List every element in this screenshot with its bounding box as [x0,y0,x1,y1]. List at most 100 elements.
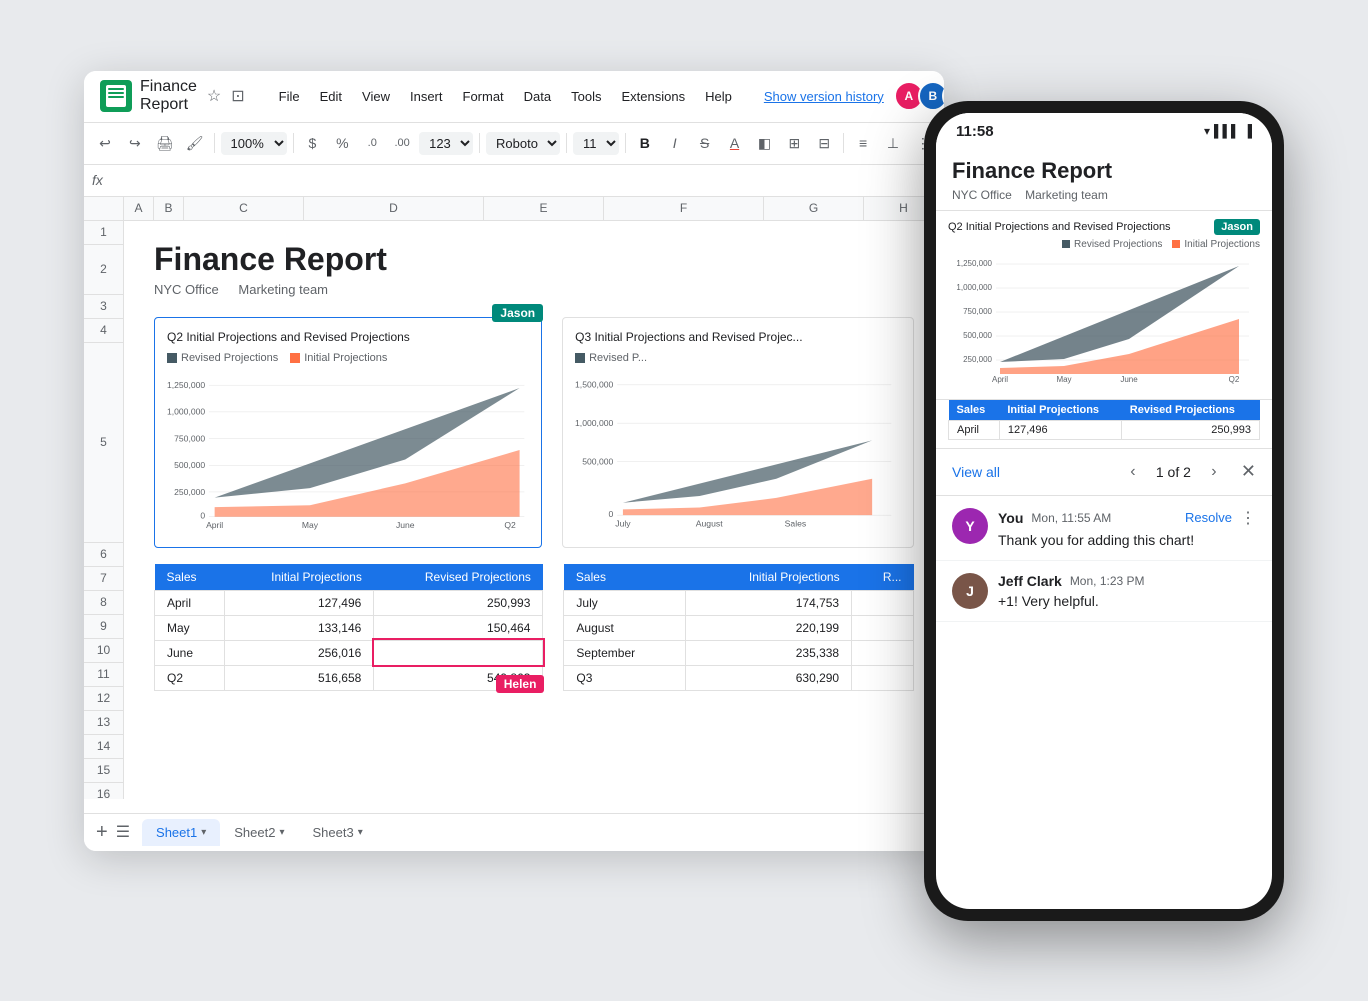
q2-total-label: Q2 [155,665,225,690]
legend-revised-label: Revised Projections [181,352,278,364]
decimal-increase-button[interactable]: .00 [389,129,415,157]
view-all-link[interactable]: View all [952,464,1000,480]
table-row: September 235,338 [564,640,914,665]
menu-format[interactable]: Format [455,85,512,108]
q2-col-revised: Revised Projections [374,564,543,591]
svg-text:1,250,000: 1,250,000 [956,259,992,268]
bold-button[interactable]: B [632,129,658,157]
font-selector[interactable]: Roboto [486,132,560,155]
q2-june-label: June [155,640,225,665]
table-row: Q3 630,290 [564,665,914,690]
phone-container: 11:58 ▾ ▌▌▌ ▐ Finance Report NYC Office … [924,101,1284,921]
strikethrough-button[interactable]: S [692,129,718,157]
phone-legend-revised-dot [1062,240,1070,248]
phone-april-label: April [949,420,1000,439]
sheet-2-arrow: ▾ [279,827,284,838]
q3-august-revised [852,615,914,640]
print-button[interactable]: 🖨 [152,129,178,157]
table-row: May 133,146 150,464 [155,615,543,640]
phone-time: 11:58 [956,123,994,140]
svg-text:June: June [1120,375,1138,384]
formula-input[interactable] [111,173,936,188]
sheet-1-arrow: ▾ [201,827,206,838]
format-paint-button[interactable]: 🖌 [182,129,208,157]
undo-button[interactable]: ↩ [92,129,118,157]
phone-data-table: Sales Initial Projections Revised Projec… [948,400,1260,440]
comment-text-jeff: +1! Very helpful. [998,593,1256,609]
q2-col-initial: Initial Projections [225,564,374,591]
comment-time-jeff: Mon, 1:23 PM [1070,574,1145,588]
menu-file[interactable]: File [271,85,308,108]
fill-color-button[interactable]: ◧ [751,129,777,157]
menu-help[interactable]: Help [697,85,740,108]
q2-june-revised[interactable]: Helen [374,640,543,665]
svg-text:May: May [1056,375,1071,384]
row-9: 9 [84,615,123,639]
toolbar-divider-4 [566,133,567,153]
legend-revised-dot [167,353,177,363]
prev-page-button[interactable]: ‹ [1118,457,1148,487]
phone-col-sales: Sales [949,400,1000,421]
row-15: 15 [84,759,123,783]
toolbar-divider-5 [625,133,626,153]
align-h-button[interactable]: ≡ [850,129,876,157]
menu-insert[interactable]: Insert [402,85,451,108]
q2-total-initial: 516,658 [225,665,374,690]
svg-text:Q2: Q2 [504,520,516,530]
phone-frame: 11:58 ▾ ▌▌▌ ▐ Finance Report NYC Office … [924,101,1284,921]
row-5: 5 [84,343,123,543]
drive-icon[interactable]: ⊡ [229,84,246,108]
formula-fx-label: fx [92,172,103,188]
text-color-button[interactable]: A [722,129,748,157]
align-v-button[interactable]: ⊥ [880,129,906,157]
percent-button[interactable]: % [329,129,355,157]
q3-legend-revised-dot [575,353,585,363]
font-size-selector[interactable]: 11 [573,132,619,155]
merge-button[interactable]: ⊟ [811,129,837,157]
zoom-selector[interactable]: 100% [221,132,287,155]
q3-chart-svg: 1,500,000 1,000,000 500,000 0 [575,370,901,530]
phone-report-title: Finance Report [952,158,1256,184]
q3-september-initial: 235,338 [685,640,851,665]
menu-view[interactable]: View [354,85,398,108]
menu-data[interactable]: Data [516,85,559,108]
col-header-D: D [304,197,484,220]
toolbar-divider-2 [293,133,294,153]
phone-legend-initial-dot [1172,240,1180,248]
comment-header-jeff: Jeff Clark Mon, 1:23 PM [998,573,1256,589]
legend-initial-dot [290,353,300,363]
resolve-button[interactable]: Resolve [1185,510,1232,525]
sheet-area: A B C D E F G H 1 2 3 4 5 6 7 8 [84,197,944,799]
currency-button[interactable]: $ [299,129,325,157]
toolbar-divider-1 [214,133,215,153]
q2-col-sales: Sales [155,564,225,591]
phone-pagination: View all ‹ 1 of 2 › ✕ [936,449,1272,496]
star-icon[interactable]: ☆ [205,84,223,108]
menu-tools[interactable]: Tools [563,85,609,108]
sheet-tab-2[interactable]: Sheet2 ▾ [220,819,298,846]
comment-more-button[interactable]: ⋮ [1240,508,1256,528]
q2-april-initial: 127,496 [225,590,374,615]
version-history-link[interactable]: Show version history [764,89,884,104]
borders-button[interactable]: ⊞ [781,129,807,157]
menu-edit[interactable]: Edit [312,85,350,108]
q2-june-initial: 256,016 [225,640,374,665]
sheet-tabs: + ☰ Sheet1 ▾ Sheet2 ▾ Sheet3 ▾ [84,813,944,851]
next-page-button[interactable]: › [1199,457,1229,487]
phone-col-revised: Revised Projections [1122,400,1260,421]
redo-button[interactable]: ↪ [122,129,148,157]
sheet-list-button[interactable]: ☰ [116,822,130,842]
row-12: 12 [84,687,123,711]
q3-total-revised [852,665,914,690]
col-header-C: C [184,197,304,220]
close-panel-button[interactable]: ✕ [1241,461,1256,482]
sheet-tab-1[interactable]: Sheet1 ▾ [142,819,220,846]
italic-button[interactable]: I [662,129,688,157]
format-selector[interactable]: 123 [419,132,473,155]
menu-extensions[interactable]: Extensions [614,85,694,108]
sheet-tab-3[interactable]: Sheet3 ▾ [299,819,377,846]
subtitle-team: Marketing team [238,282,328,297]
q2-chart-legend: Revised Projections Initial Projections [167,352,529,364]
add-sheet-button[interactable]: + [96,821,108,844]
decimal-decrease-button[interactable]: .0 [359,129,385,157]
